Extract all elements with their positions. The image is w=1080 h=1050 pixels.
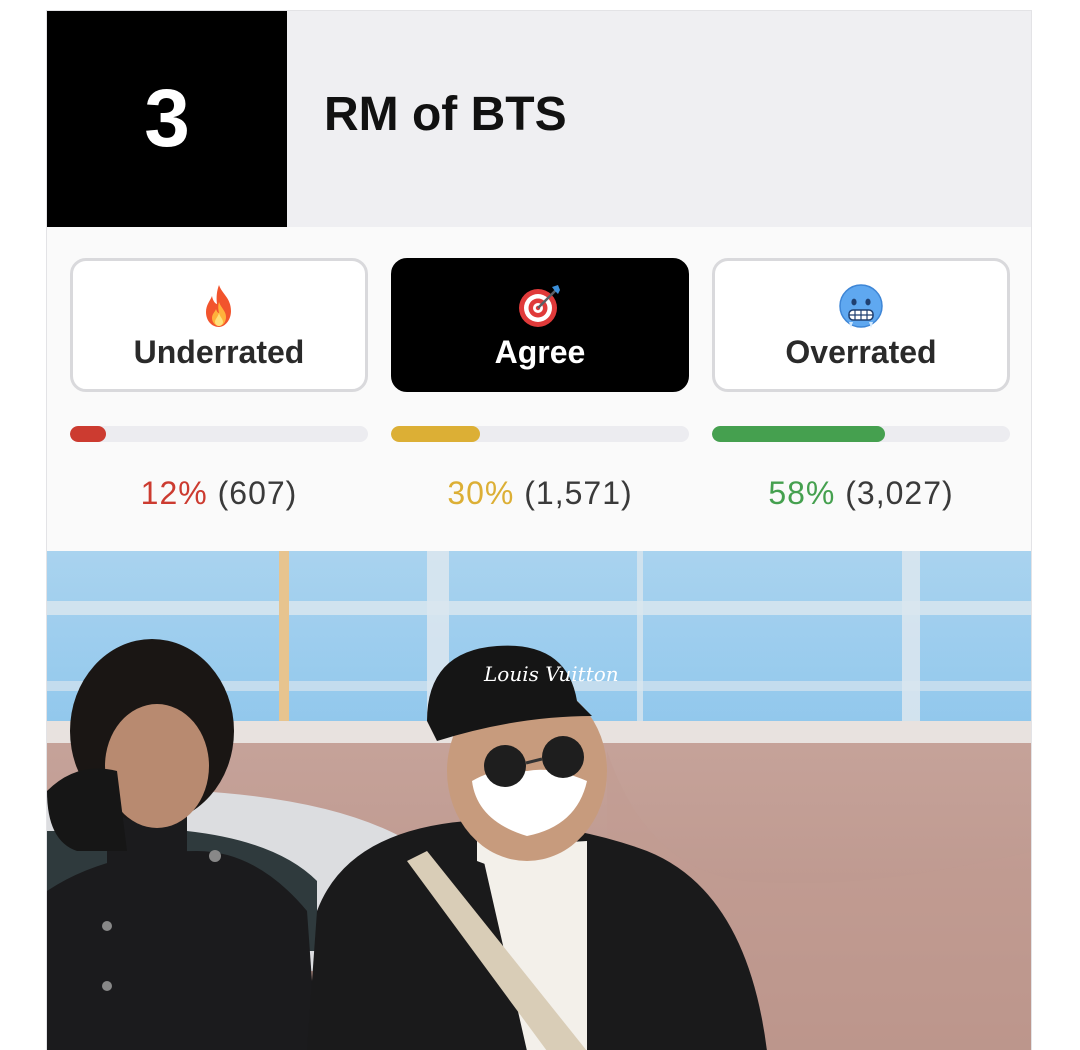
underrated-percent: 12% [140,475,208,511]
underrated-label: Underrated [133,334,305,370]
underrated-stat: 12% (607) [70,477,368,509]
overrated-progress-fill [712,426,885,442]
underrated-button[interactable]: Underrated [70,258,368,392]
page-title: RM of BTS [324,88,567,141]
vote-section: Underrated Agree Overrated 12% (607) 30%… [47,227,1031,551]
agree-percent: 30% [447,475,515,511]
cap-logo-text: Louis Vuitton [483,662,619,686]
overrated-label: Overrated [785,334,937,370]
ranking-card: 3 RM of BTS Underrated Agree Overrated 1… [46,10,1032,1050]
underrated-progress-fill [70,426,106,442]
fire-icon [206,285,231,327]
underrated-progress-bar [70,426,368,442]
target-icon [519,285,560,327]
overrated-button[interactable]: Overrated [712,258,1010,392]
agree-label: Agree [494,334,586,370]
agree-count: (1,571) [524,475,633,511]
rank-number: 3 [144,73,190,164]
freezing-face-icon [839,284,883,328]
agree-progress-bar [391,426,689,442]
overrated-stat: 58% (3,027) [712,477,1010,509]
overrated-percent: 58% [768,475,836,511]
celebrity-photo: Louis Vuitton [47,551,1031,1050]
overrated-progress-bar [712,426,1010,442]
agree-button[interactable]: Agree [391,258,689,392]
overrated-count: (3,027) [845,475,954,511]
agree-progress-fill [391,426,481,442]
agree-stat: 30% (1,571) [391,477,689,509]
airport-photo-image: Louis Vuitton [47,551,1031,1050]
underrated-count: (607) [217,475,298,511]
card-header: 3 RM of BTS [47,11,1031,227]
rank-badge: 3 [47,11,287,227]
